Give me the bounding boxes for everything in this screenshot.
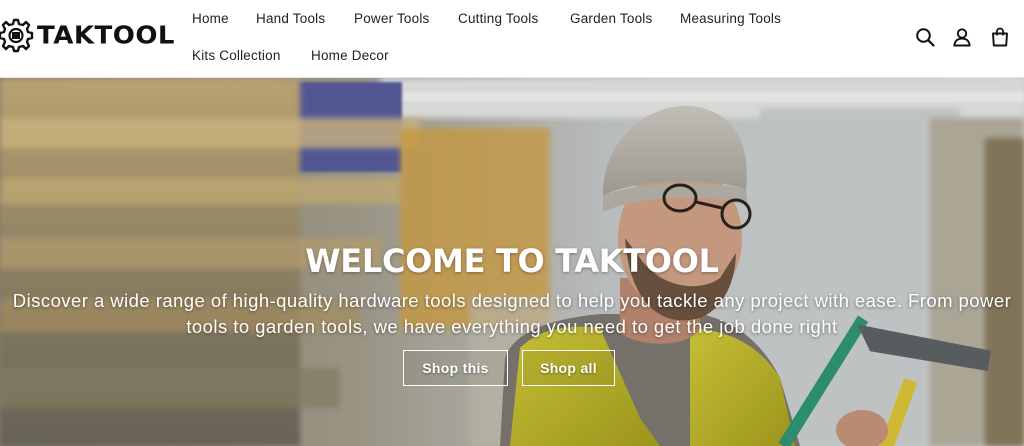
nav-item-measuring-tools[interactable]: Measuring Tools (680, 11, 781, 26)
search-icon[interactable] (912, 24, 938, 50)
shop-this-button[interactable]: Shop this (403, 350, 508, 386)
header-icons (914, 24, 1024, 50)
cart-icon[interactable] (987, 24, 1013, 50)
nav-item-home-decor[interactable]: Home Decor (311, 48, 389, 63)
site-header: TAKTOOL Home Hand Tools Power Tools Cutt… (0, 0, 1024, 78)
gear-logo-icon (0, 18, 34, 53)
nav-item-kits-collection[interactable]: Kits Collection (192, 48, 281, 63)
hero-title: WELCOME TO TAKTOOL (305, 242, 719, 280)
shop-all-button[interactable]: Shop all (522, 350, 615, 386)
nav-item-hand-tools[interactable]: Hand Tools (256, 11, 325, 26)
brand-logo[interactable]: TAKTOOL (0, 16, 175, 56)
nav-item-cutting-tools[interactable]: Cutting Tools (458, 11, 538, 26)
account-icon[interactable] (949, 24, 975, 50)
nav-item-garden-tools[interactable]: Garden Tools (570, 11, 652, 26)
hero-subtitle: Discover a wide range of high-quality ha… (12, 290, 1012, 337)
nav-item-power-tools[interactable]: Power Tools (354, 11, 430, 26)
hero-content: WELCOME TO TAKTOOL Discover a wide range… (0, 78, 1024, 446)
brand-name: TAKTOOL (37, 21, 175, 51)
nav-item-home[interactable]: Home (192, 11, 229, 26)
hero-banner: WELCOME TO TAKTOOL Discover a wide range… (0, 78, 1024, 446)
